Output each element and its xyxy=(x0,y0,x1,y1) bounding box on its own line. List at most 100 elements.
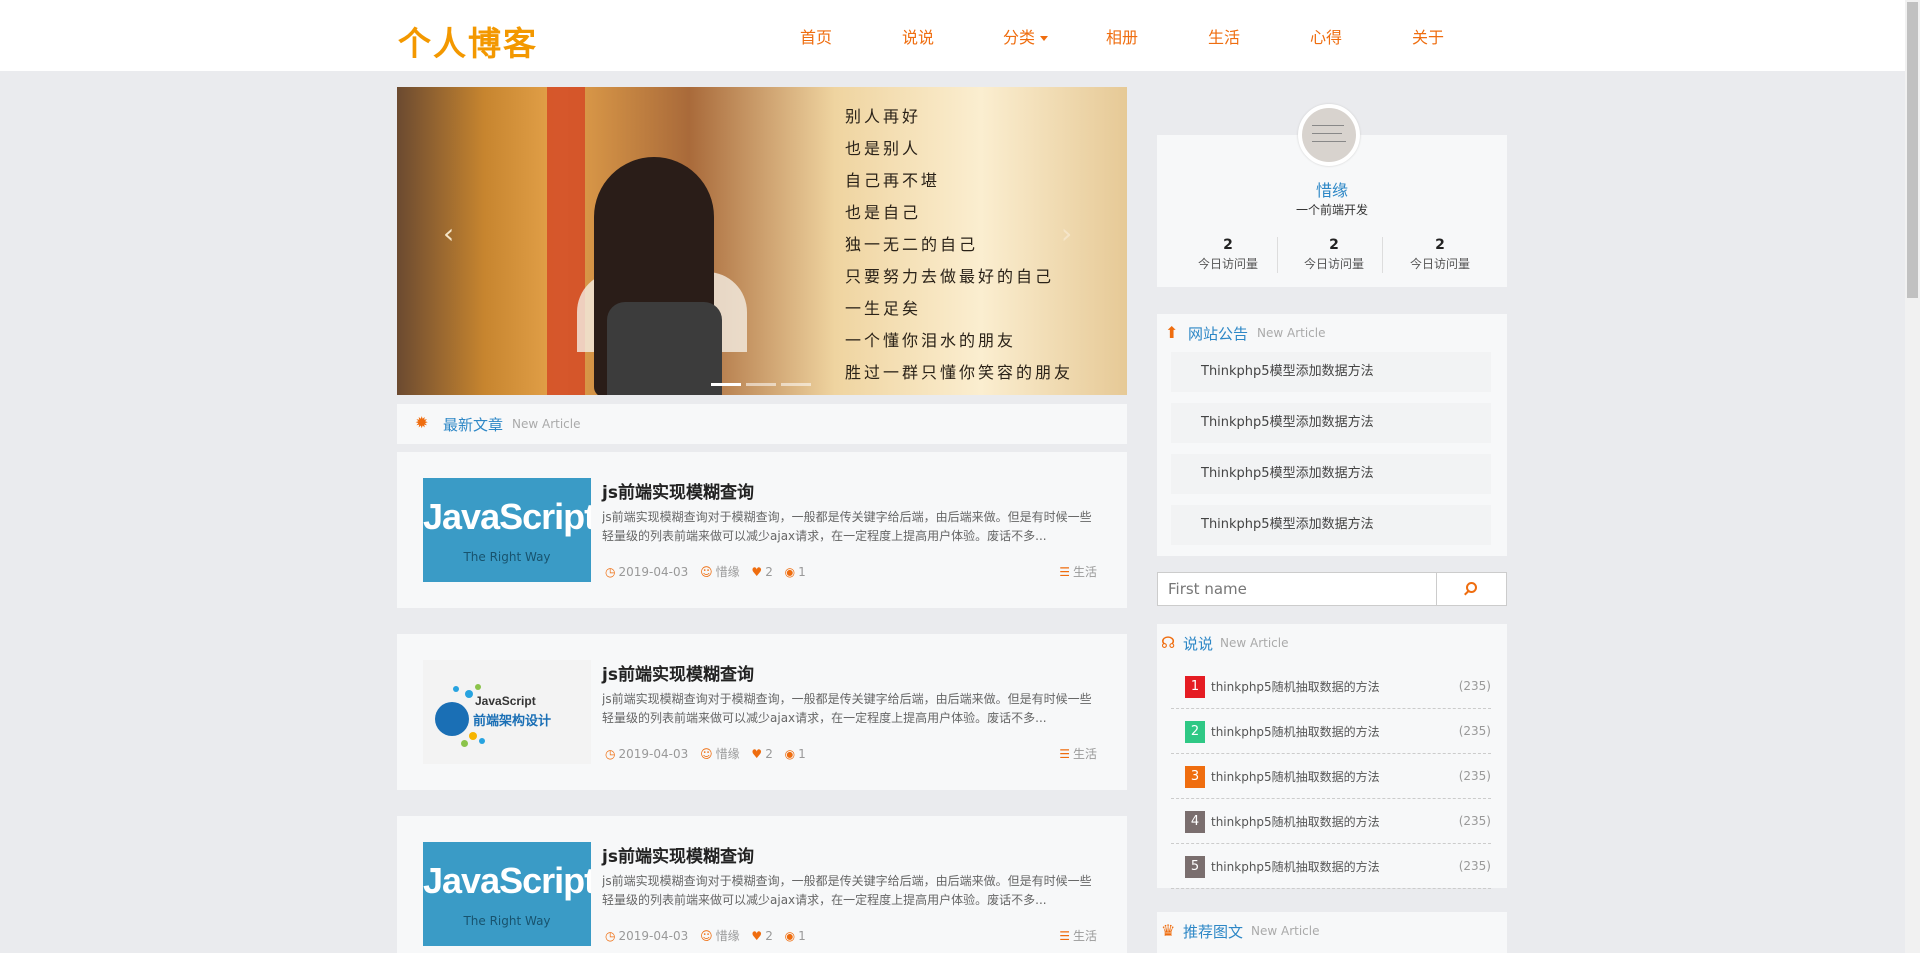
date-text: 2019-04-03 xyxy=(618,929,689,943)
views-count: 1 xyxy=(798,747,806,761)
scrollbar-thumb[interactable] xyxy=(1907,2,1918,298)
search-icon-handle xyxy=(1464,590,1469,596)
stat-label: 今日访问量 xyxy=(1197,257,1258,271)
author-text: 惜缘 xyxy=(715,747,740,761)
ranked-item-count: (235) xyxy=(1458,769,1491,783)
nav-home[interactable]: 首页 xyxy=(800,24,832,48)
article-thumbnail[interactable]: JavaScript The Right Way xyxy=(423,842,591,946)
announcement-item[interactable]: Thinkphp5模型添加数据方法 xyxy=(1171,352,1491,392)
search-button[interactable] xyxy=(1436,572,1507,606)
avatar[interactable] xyxy=(1298,104,1360,166)
poem-line: 一生足矣 xyxy=(845,299,922,318)
ranked-item-title: thinkphp5随机抽取数据的方法 xyxy=(1211,680,1380,694)
carousel-indicator[interactable] xyxy=(781,383,811,386)
heart-icon: ♥ xyxy=(751,929,763,943)
nav-category[interactable]: 分类 xyxy=(1003,24,1049,48)
article-excerpt: js前端实现模糊查询对于模糊查询，一般都是传关键字给后端，由后端来做。但是有时候… xyxy=(602,510,1092,543)
meta-date: ◷ 2019-04-03 xyxy=(605,565,688,579)
nav-experience[interactable]: 心得 xyxy=(1310,24,1342,48)
carousel-indicator[interactable] xyxy=(711,383,741,386)
article-thumbnail[interactable]: JavaScript The Right Way xyxy=(423,478,591,582)
author-text: 惜缘 xyxy=(715,929,740,943)
rank-badge: 4 xyxy=(1185,811,1205,833)
ranked-item-count: (235) xyxy=(1458,814,1491,828)
article-card[interactable]: JavaScript The Right Way js前端实现模糊查询 js前端… xyxy=(397,816,1127,953)
chevron-left-icon[interactable]: ‹ xyxy=(443,217,454,250)
arrow-up-icon: ⬆ xyxy=(1165,323,1179,342)
views-count: 1 xyxy=(798,565,806,579)
chevron-right-icon[interactable]: › xyxy=(1061,217,1072,250)
ranked-item[interactable]: 2 thinkphp5随机抽取数据的方法 (235) xyxy=(1171,709,1491,754)
likes-count: 2 xyxy=(765,747,773,761)
article-card[interactable]: JavaScript 前端架构设计 js前端实现模糊查询 js前端实现模糊查询对… xyxy=(397,634,1127,790)
profile-name[interactable]: 惜缘 xyxy=(1157,177,1507,201)
eye-icon: ◉ xyxy=(784,565,796,579)
rank-badge: 1 xyxy=(1185,676,1205,698)
article-category[interactable]: ☰ 生活 xyxy=(1059,563,1097,580)
search-input[interactable] xyxy=(1157,572,1437,606)
clock-icon: ◷ xyxy=(605,929,616,943)
author-text: 惜缘 xyxy=(715,565,740,579)
article-thumbnail[interactable]: JavaScript 前端架构设计 xyxy=(423,660,591,764)
stat-divider xyxy=(1277,237,1278,273)
nav-life[interactable]: 生活 xyxy=(1208,24,1240,48)
article-meta: ◷ 2019-04-03 ☺ 惜缘 ♥ 2 ◉ 1 xyxy=(605,927,814,944)
ranked-item-count: (235) xyxy=(1458,859,1491,873)
hero-carousel[interactable]: 别人再好 也是别人 自己再不堪 也是自己 独一无二的自己 只要努力去做最好的自己… xyxy=(397,87,1127,395)
poem-line: 别人再好 xyxy=(845,107,922,126)
announcement-item[interactable]: Thinkphp5模型添加数据方法 xyxy=(1171,403,1491,443)
rank-badge: 2 xyxy=(1185,721,1205,743)
article-category[interactable]: ☰ 生活 xyxy=(1059,745,1097,762)
meta-likes[interactable]: ♥ 2 xyxy=(751,565,772,579)
article-category[interactable]: ☰ 生活 xyxy=(1059,927,1097,944)
date-text: 2019-04-03 xyxy=(618,565,689,579)
stat-number: 2 xyxy=(1329,237,1339,253)
rank-badge: 5 xyxy=(1185,856,1205,878)
article-excerpt: js前端实现模糊查询对于模糊查询，一般都是传关键字给后端，由后端来做。但是有时候… xyxy=(602,874,1092,907)
thumbnail-title: JavaScript xyxy=(423,860,591,901)
carousel-image-figure xyxy=(607,302,722,395)
thumbnail-title: JavaScript xyxy=(423,496,591,537)
clock-icon: ◷ xyxy=(605,565,616,579)
user-icon: ☺ xyxy=(700,929,713,943)
meta-author: ☺ 惜缘 xyxy=(700,563,740,580)
meta-views: ◉ 1 xyxy=(785,747,806,761)
ranked-item-count: (235) xyxy=(1458,724,1491,738)
ranked-item-count: (235) xyxy=(1458,679,1491,693)
ranked-item[interactable]: 1 thinkphp5随机抽取数据的方法 (235) xyxy=(1171,664,1491,709)
heart-icon: ♥ xyxy=(751,565,763,579)
page-scrollbar[interactable] xyxy=(1905,0,1920,953)
stat-visits: 2 今日访问量 xyxy=(1175,237,1281,272)
poem-line: 也是自己 xyxy=(845,203,922,222)
nav-album[interactable]: 相册 xyxy=(1106,24,1138,48)
poem-line: 自己再不堪 xyxy=(845,171,941,190)
carousel-indicator[interactable] xyxy=(746,383,776,386)
announcement-item[interactable]: Thinkphp5模型添加数据方法 xyxy=(1171,454,1491,494)
ranked-item[interactable]: 5 thinkphp5随机抽取数据的方法 (235) xyxy=(1171,844,1491,889)
nav-shuoshuo[interactable]: 说说 xyxy=(902,24,934,48)
article-title[interactable]: js前端实现模糊查询 xyxy=(602,478,754,503)
ranked-item[interactable]: 3 thinkphp5随机抽取数据的方法 (235) xyxy=(1171,754,1491,799)
poem-line: 也是别人 xyxy=(845,139,922,158)
latest-articles-header: ✹ 最新文章 New Article xyxy=(397,404,1127,444)
announcement-item[interactable]: Thinkphp5模型添加数据方法 xyxy=(1171,505,1491,545)
section-title: 最新文章 xyxy=(443,416,504,434)
announcement-panel: ⬆ 网站公告 New Article Thinkphp5模型添加数据方法 Thi… xyxy=(1157,314,1507,556)
article-title[interactable]: js前端实现模糊查询 xyxy=(602,660,754,685)
meta-likes[interactable]: ♥ 2 xyxy=(751,747,772,761)
profile-description: 一个前端开发 xyxy=(1295,203,1368,217)
meta-likes[interactable]: ♥ 2 xyxy=(751,929,772,943)
thumbnail-subtitle: The Right Way xyxy=(463,914,551,928)
article-meta: ◷ 2019-04-03 ☺ 惜缘 ♥ 2 ◉ 1 xyxy=(605,563,814,580)
article-card[interactable]: JavaScript The Right Way js前端实现模糊查询 js前端… xyxy=(397,452,1127,608)
poem-line: 一个懂你泪水的朋友 xyxy=(845,331,1017,350)
stat-number: 2 xyxy=(1223,237,1233,253)
site-logo[interactable]: 个人博客 xyxy=(398,17,538,65)
nav-about[interactable]: 关于 xyxy=(1412,24,1444,48)
ranked-item[interactable]: 4 thinkphp5随机抽取数据的方法 (235) xyxy=(1171,799,1491,844)
avatar-image xyxy=(1302,108,1356,162)
views-count: 1 xyxy=(798,929,806,943)
eye-icon: ◉ xyxy=(784,929,796,943)
meta-views: ◉ 1 xyxy=(785,565,806,579)
article-title[interactable]: js前端实现模糊查询 xyxy=(602,842,754,867)
